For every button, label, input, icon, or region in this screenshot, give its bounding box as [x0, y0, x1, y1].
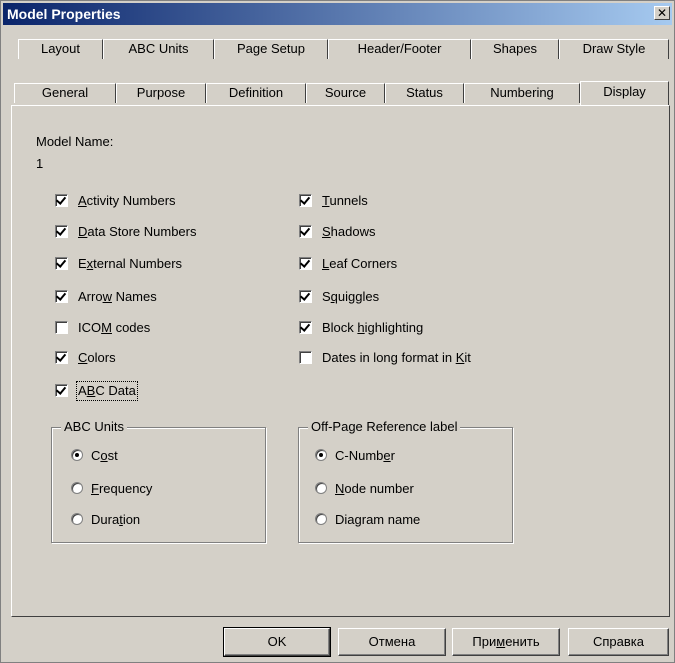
checkbox-label: ABC Data — [76, 381, 138, 401]
tab-display[interactable]: Display — [580, 81, 669, 105]
checkbox-box[interactable] — [55, 384, 68, 397]
model-properties-dialog: Model Properties ✕ Layout ABC Units Page… — [0, 0, 675, 663]
help-button[interactable]: Справка — [568, 628, 669, 656]
checkbox-label: Colors — [78, 350, 116, 365]
radio-dot[interactable] — [315, 513, 327, 525]
title-bar[interactable]: Model Properties ✕ — [3, 3, 672, 25]
window-title: Model Properties — [7, 6, 121, 22]
close-button[interactable]: ✕ — [654, 6, 670, 20]
radio-label: Node number — [335, 481, 414, 496]
radio-dot[interactable] — [315, 449, 327, 461]
checkbox-label: Shadows — [322, 224, 376, 239]
checkbox-label: Data Store Numbers — [78, 224, 197, 239]
checkbox-label: External Numbers — [78, 256, 183, 271]
radio-dot[interactable] — [71, 449, 83, 461]
checkbox-box[interactable] — [299, 290, 312, 303]
radio-dot[interactable] — [71, 482, 83, 494]
checkbox-box[interactable] — [299, 194, 312, 207]
checkbox-box[interactable] — [55, 290, 68, 303]
checkbox-box[interactable] — [299, 257, 312, 270]
tab-page-setup[interactable]: Page Setup — [214, 39, 328, 59]
tab-source[interactable]: Source — [306, 83, 385, 103]
model-name-label: Model Name: — [36, 134, 114, 149]
checkbox-label: Squiggles — [322, 289, 380, 304]
offpage-reference-legend: Off-Page Reference label — [308, 419, 461, 435]
checkbox-box[interactable] — [299, 321, 312, 334]
radio-label: Frequency — [91, 481, 153, 496]
ok-button[interactable]: OK — [223, 627, 331, 657]
checkbox-label: Leaf Corners — [322, 256, 398, 271]
tab-numbering[interactable]: Numbering — [464, 83, 580, 103]
tab-layout[interactable]: Layout — [18, 39, 103, 59]
checkbox-label: Dates in long format in Kit — [322, 350, 471, 365]
tab-abc-units[interactable]: ABC Units — [103, 39, 214, 59]
model-name-value: 1 — [36, 156, 44, 171]
checkbox-label: ICOM codes — [78, 320, 151, 335]
tab-header-footer[interactable]: Header/Footer — [328, 39, 471, 59]
checkbox-label: Arrow Names — [78, 289, 157, 304]
checkbox-box[interactable] — [55, 257, 68, 270]
tab-definition[interactable]: Definition — [206, 83, 306, 103]
checkbox-box[interactable] — [55, 351, 68, 364]
tab-general[interactable]: General — [14, 83, 116, 103]
abc-units-legend: ABC Units — [61, 419, 127, 435]
tab-purpose[interactable]: Purpose — [116, 83, 206, 103]
checkbox-box[interactable] — [55, 225, 68, 238]
checkbox-label: Activity Numbers — [78, 193, 176, 208]
radio-dot[interactable] — [71, 513, 83, 525]
checkbox-box[interactable] — [299, 351, 312, 364]
checkbox-label: Block highlighting — [322, 320, 424, 335]
radio-dot[interactable] — [315, 482, 327, 494]
tab-shapes[interactable]: Shapes — [471, 39, 559, 59]
cancel-button[interactable]: Отмена — [338, 628, 446, 656]
radio-label: Diagram name — [335, 512, 421, 527]
checkbox-box[interactable] — [55, 321, 68, 334]
checkbox-box[interactable] — [55, 194, 68, 207]
checkbox-label: Tunnels — [322, 193, 368, 208]
tab-draw-style[interactable]: Draw Style — [559, 39, 669, 59]
tab-status[interactable]: Status — [385, 83, 464, 103]
apply-button[interactable]: Применить — [452, 628, 560, 656]
radio-label: Cost — [91, 448, 118, 463]
radio-label: C-Number — [335, 448, 395, 463]
radio-label: Duration — [91, 512, 141, 527]
abc-units-group: ABC Units — [51, 419, 266, 543]
checkbox-box[interactable] — [299, 225, 312, 238]
